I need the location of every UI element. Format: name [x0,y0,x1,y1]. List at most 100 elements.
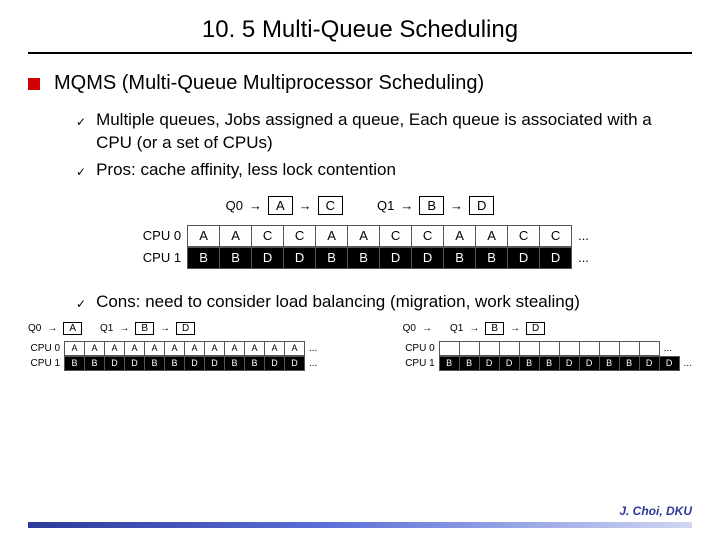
arrow-icon: → [249,198,262,213]
arrow-icon: → [299,198,312,213]
arrow-icon: → [47,323,57,334]
queue-q1: Q1 → B → D [377,196,494,215]
arrow-icon: → [160,323,170,334]
queue-row: Q0 → A → C Q1 → B → D [226,196,495,215]
schedule-slot [620,341,640,356]
schedule-slot: C [508,225,540,247]
q0-label: Q0 [226,198,243,213]
schedule-slot [640,341,660,356]
schedule-slot: B [348,247,380,269]
q0-node-a: A [268,196,293,215]
schedule-slot: B [145,356,165,371]
schedule-slot: B [188,247,220,269]
schedule-slot: A [220,225,252,247]
cpu1-row: CPU 1 BBDDBBDDBBDD ... [131,247,589,269]
cpu1-slots: BBDDBBDDBBDD [64,356,305,371]
schedule-slot: B [165,356,185,371]
red-square-bullet-icon [28,78,40,90]
cpu1-label: CPU 1 [403,358,439,369]
slide: 10. 5 Multi-Queue Scheduling MQMS (Multi… [0,0,720,540]
cpu0-label: CPU 0 [28,343,64,354]
schedule-slot: D [580,356,600,371]
heading-line: MQMS (Multi-Queue Multiprocessor Schedul… [28,72,692,95]
schedule-slot [600,341,620,356]
ellipsis: ... [309,358,317,369]
schedule-slot: B [620,356,640,371]
schedule-slot: C [252,225,284,247]
schedule-slot: B [85,356,105,371]
schedule-slot: D [412,247,444,269]
sub-bullet-2: ✓ Pros: cache affinity, less lock conten… [76,159,692,182]
check-icon: ✓ [76,164,86,180]
schedule-slot: D [640,356,660,371]
figure-bottom-left: Q0 → A Q1 → B → D CPU 0 AAAAAAAAAAAA ... [28,322,317,371]
schedule-table-br: CPU 0 ... CPU 1 BBDDBBDDBBDD ... [403,341,692,371]
sub-bullet-1: ✓ Multiple queues, Jobs assigned a queue… [76,109,692,155]
schedule-slot: D [560,356,580,371]
q1-label: Q1 [377,198,394,213]
schedule-slot: D [284,247,316,269]
check-icon: ✓ [76,114,86,130]
schedule-slot: A [225,341,245,356]
cpu1-slots: BBDDBBDDBBDD [439,356,680,371]
arrow-icon: → [469,323,479,334]
q1-label: Q1 [450,323,463,334]
q0-node-c: C [318,196,343,215]
figure-bottom-pair: Q0 → A Q1 → B → D CPU 0 AAAAAAAAAAAA ... [28,322,692,371]
schedule-slot: B [220,247,252,269]
schedule-slot: A [165,341,185,356]
schedule-slot [500,341,520,356]
q0-node-a: A [63,322,82,335]
q1-node-d: D [526,322,545,335]
cpu0-row: CPU 0 ... [403,341,692,356]
sub-bullet-1-text: Multiple queues, Jobs assigned a queue, … [96,109,692,155]
cpu1-row: CPU 1 BBDDBBDDBBDD ... [403,356,692,371]
schedule-slot: D [500,356,520,371]
schedule-slot: D [185,356,205,371]
schedule-slot: C [540,225,572,247]
sub-bullet-2-text: Pros: cache affinity, less lock contenti… [96,159,396,182]
schedule-slot: A [245,341,265,356]
cpu0-row: CPU 0 AACCAACCAACC ... [131,225,589,247]
q1-node-d: D [469,196,494,215]
schedule-slot [440,341,460,356]
schedule-slot [520,341,540,356]
footer-gradient-bar [28,522,692,528]
title-rule [28,52,692,54]
schedule-slot: D [125,356,145,371]
check-icon: ✓ [76,296,86,312]
schedule-slot: A [285,341,305,356]
q1-node-b: B [135,322,154,335]
schedule-slot: B [316,247,348,269]
sub-bullet-3-text: Cons: need to consider load balancing (m… [96,291,580,314]
schedule-slot: C [284,225,316,247]
sub-bullet-list: ✓ Multiple queues, Jobs assigned a queue… [76,109,692,182]
schedule-slot: D [265,356,285,371]
cpu0-slots: AACCAACCAACC [187,225,572,247]
schedule-slot: B [225,356,245,371]
slide-title: 10. 5 Multi-Queue Scheduling [28,10,692,52]
schedule-slot [580,341,600,356]
schedule-slot: D [540,247,572,269]
sub-bullet-3: ✓ Cons: need to consider load balancing … [76,291,692,314]
schedule-slot: D [252,247,284,269]
schedule-slot [480,341,500,356]
arrow-icon: → [450,198,463,213]
schedule-slot: A [185,341,205,356]
schedule-table-top: CPU 0 AACCAACCAACC ... CPU 1 BBDDBBDDBBD… [131,225,589,269]
ellipsis: ... [578,250,589,265]
arrow-icon: → [422,323,432,334]
schedule-slot [540,341,560,356]
schedule-slot: A [188,225,220,247]
schedule-slot: D [105,356,125,371]
ellipsis: ... [309,343,317,354]
schedule-slot: C [412,225,444,247]
cpu0-slots: AAAAAAAAAAAA [64,341,305,356]
figure-bottom-right: Q0 → Q1 → B → D CPU 0 ... CPU 1 [403,322,692,371]
ellipsis: ... [578,228,589,243]
cpu1-label: CPU 1 [131,250,187,265]
arrow-icon: → [119,323,129,334]
schedule-slot: B [600,356,620,371]
queue-row: Q0 → Q1 → B → D [403,322,692,335]
schedule-slot: A [85,341,105,356]
